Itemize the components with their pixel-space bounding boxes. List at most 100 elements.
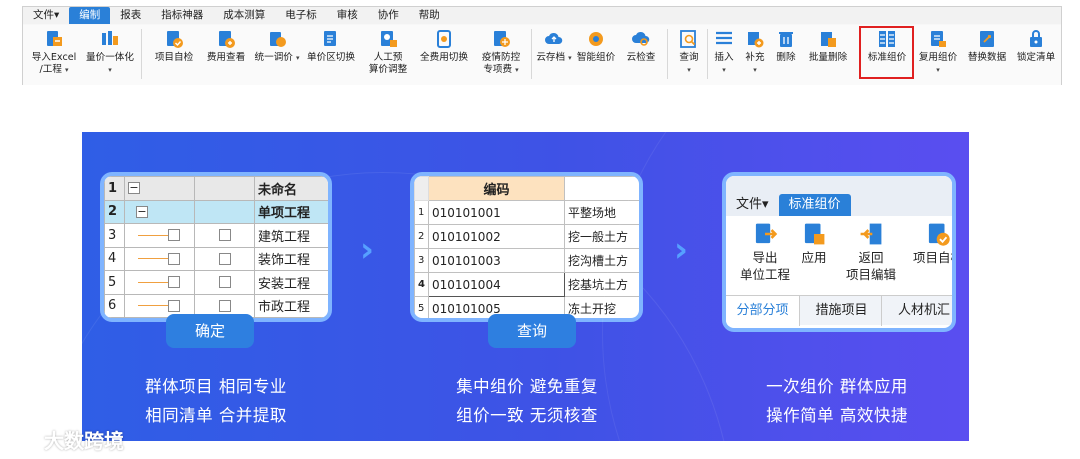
name-cell: 挖沟槽土方 bbox=[564, 248, 639, 273]
check-doc-icon bbox=[167, 31, 183, 48]
fee-view-label: 费用查看 bbox=[206, 52, 246, 63]
caption-line: 相同清单 合并提取 bbox=[145, 406, 287, 425]
project-self-check-button[interactable]: 项目自检 bbox=[908, 221, 952, 266]
query-button[interactable]: 查询 bbox=[488, 314, 576, 348]
tab-labor-material[interactable]: 人材机汇 bbox=[884, 296, 952, 326]
table-row: 5 安装工程 bbox=[104, 270, 328, 295]
back-label-2: 项目编辑 bbox=[845, 267, 896, 282]
delete-label: 删除 bbox=[776, 52, 796, 63]
mini-menu-bar: 文件▾ 标准组价 bbox=[726, 194, 952, 216]
table-row: 3 建筑工程 bbox=[104, 223, 328, 248]
smart-price-label: 智能组价 bbox=[576, 52, 616, 63]
row-checkbox[interactable] bbox=[168, 299, 180, 312]
row-number: 1 bbox=[414, 200, 429, 225]
row-checkbox[interactable] bbox=[168, 252, 180, 265]
quote-label: 量价一体化 bbox=[86, 52, 134, 63]
unit-price-switch-button[interactable]: 单价区切换 bbox=[303, 27, 359, 64]
full-fee-label: 全费用切换 bbox=[420, 52, 468, 63]
code-cell: 010101002 bbox=[428, 224, 565, 249]
menu-edit[interactable]: 编制 bbox=[69, 7, 111, 24]
batch-delete-button[interactable]: 批量删除 bbox=[803, 27, 853, 64]
cloud-save-button[interactable]: 云存档 ▾ bbox=[535, 27, 573, 64]
manual-label-1: 人工预 bbox=[373, 52, 403, 63]
fee-view-button[interactable]: 费用查看 bbox=[201, 27, 251, 64]
mini-menu-standard-group[interactable]: 标准组价 bbox=[778, 194, 851, 216]
full-fee-switch-button[interactable]: 全费用切换 bbox=[415, 27, 473, 64]
import-icon bbox=[47, 31, 62, 46]
cloud-check-button[interactable]: 云检查 bbox=[621, 27, 661, 64]
unify-price-label: 统一调价 bbox=[254, 52, 293, 63]
tab-measures[interactable]: 措施项目 bbox=[802, 296, 882, 326]
menu-e-bid[interactable]: 电子标 bbox=[275, 7, 327, 24]
replace-data-button[interactable]: 替换数据 bbox=[963, 27, 1011, 64]
insert-label: 插入 bbox=[714, 52, 734, 63]
return-icon bbox=[860, 223, 882, 245]
table-row: 2 010101002 挖一般土方 bbox=[414, 224, 639, 249]
check-doc-icon bbox=[928, 223, 950, 246]
import-excel-button[interactable]: 导入Excel /工程 ▾ bbox=[27, 27, 81, 76]
reuse-group-price-button[interactable]: 复用组价 ▾ bbox=[915, 27, 961, 76]
ribbon: 导入Excel /工程 ▾ 量价一体化 ▾ 项目自检 费用查看 统一调价 ▾ 单价… bbox=[23, 25, 1061, 85]
menu-file[interactable]: 文件▾ bbox=[23, 7, 69, 24]
table-row: 4 装饰工程 bbox=[104, 246, 328, 271]
lock-list-label: 锁定清单 bbox=[1016, 52, 1056, 63]
watermark-logo-icon bbox=[8, 432, 39, 447]
row-number: 4 bbox=[104, 246, 125, 271]
replace-icon bbox=[980, 31, 994, 47]
row-checkbox[interactable] bbox=[218, 229, 231, 242]
collapse-toggle[interactable]: − bbox=[136, 205, 148, 218]
delete-button[interactable]: 删除 bbox=[771, 27, 801, 64]
name-cell: 平整场地 bbox=[564, 200, 639, 225]
mini-menu-file[interactable]: 文件▾ bbox=[726, 194, 779, 216]
menu-help[interactable]: 帮助 bbox=[409, 7, 450, 24]
confirm-button[interactable]: 确定 bbox=[166, 314, 254, 348]
menu-index-tool[interactable]: 指标神器 bbox=[151, 7, 213, 24]
menu-bar: 文件▾ 编制 报表 指标神器 成本测算 电子标 审核 协作 帮助 bbox=[23, 7, 1061, 24]
chevron-right-icon: › bbox=[360, 230, 375, 270]
project-self-check-button[interactable]: 项目自检 bbox=[149, 27, 199, 64]
supplement-button[interactable]: 补充 ▾ bbox=[739, 27, 771, 76]
insert-button[interactable]: 插入 ▾ bbox=[709, 27, 739, 76]
apply-button[interactable]: 应用 bbox=[796, 221, 832, 266]
row-checkbox[interactable] bbox=[218, 276, 231, 289]
manual-icon bbox=[381, 31, 397, 47]
query-button[interactable]: 查询 ▾ bbox=[673, 27, 705, 76]
name-cell: 挖基坑土方 bbox=[564, 272, 639, 297]
fee-doc-icon bbox=[219, 31, 235, 48]
dropdown-icon: ▾ bbox=[295, 54, 300, 62]
export-unit-button[interactable]: 导出 单位工程 bbox=[732, 221, 798, 283]
row-checkbox[interactable] bbox=[218, 252, 231, 265]
dropdown-icon: ▾ bbox=[64, 66, 69, 74]
code-cell-selected[interactable]: 010101004 bbox=[428, 272, 565, 297]
tab-sub-items[interactable]: 分部分项 bbox=[726, 296, 800, 326]
row-checkbox[interactable] bbox=[218, 299, 231, 312]
highlight-box bbox=[859, 26, 914, 79]
dropdown-icon: ▾ bbox=[722, 66, 726, 74]
row-checkbox[interactable] bbox=[168, 229, 180, 242]
menu-review[interactable]: 审核 bbox=[327, 7, 368, 24]
item-name: 单项工程 bbox=[254, 199, 328, 224]
unit-switch-label: 单价区切换 bbox=[307, 52, 355, 63]
replace-data-label: 替换数据 bbox=[967, 52, 1007, 63]
menu-collab[interactable]: 协作 bbox=[368, 7, 409, 24]
quote-integration-button[interactable]: 量价一体化 ▾ bbox=[83, 27, 137, 76]
collapse-toggle[interactable]: − bbox=[128, 182, 140, 195]
caption-line: 集中组价 避免重复 bbox=[456, 377, 598, 396]
menu-cost-calc[interactable]: 成本测算 bbox=[213, 7, 275, 24]
code-cell: 010101001 bbox=[428, 200, 565, 225]
smart-price-button[interactable]: 智能组价 bbox=[573, 27, 619, 64]
epidemic-fee-button[interactable]: 疫情防控 专项费 ▾ bbox=[475, 27, 527, 76]
empty-cell bbox=[194, 199, 255, 224]
back-to-edit-button[interactable]: 返回 项目编辑 bbox=[836, 221, 906, 283]
row-checkbox[interactable] bbox=[168, 276, 180, 289]
app-window: 文件▾ 编制 报表 指标神器 成本测算 电子标 审核 协作 帮助 导入Excel… bbox=[22, 6, 1062, 85]
apply-icon bbox=[804, 223, 825, 245]
menu-report[interactable]: 报表 bbox=[110, 7, 151, 24]
unify-price-button[interactable]: 统一调价 ▾ bbox=[253, 27, 301, 64]
lock-list-button[interactable]: 锁定清单 bbox=[1011, 27, 1061, 64]
reuse-group-icon bbox=[931, 31, 946, 47]
ribbon-separator bbox=[707, 29, 708, 79]
caption-line: 群体项目 相同专业 bbox=[145, 377, 287, 396]
caption-1: 群体项目 相同专业 相同清单 合并提取 bbox=[101, 372, 331, 430]
manual-adjust-button[interactable]: 人工预 算价调整 bbox=[363, 27, 413, 76]
